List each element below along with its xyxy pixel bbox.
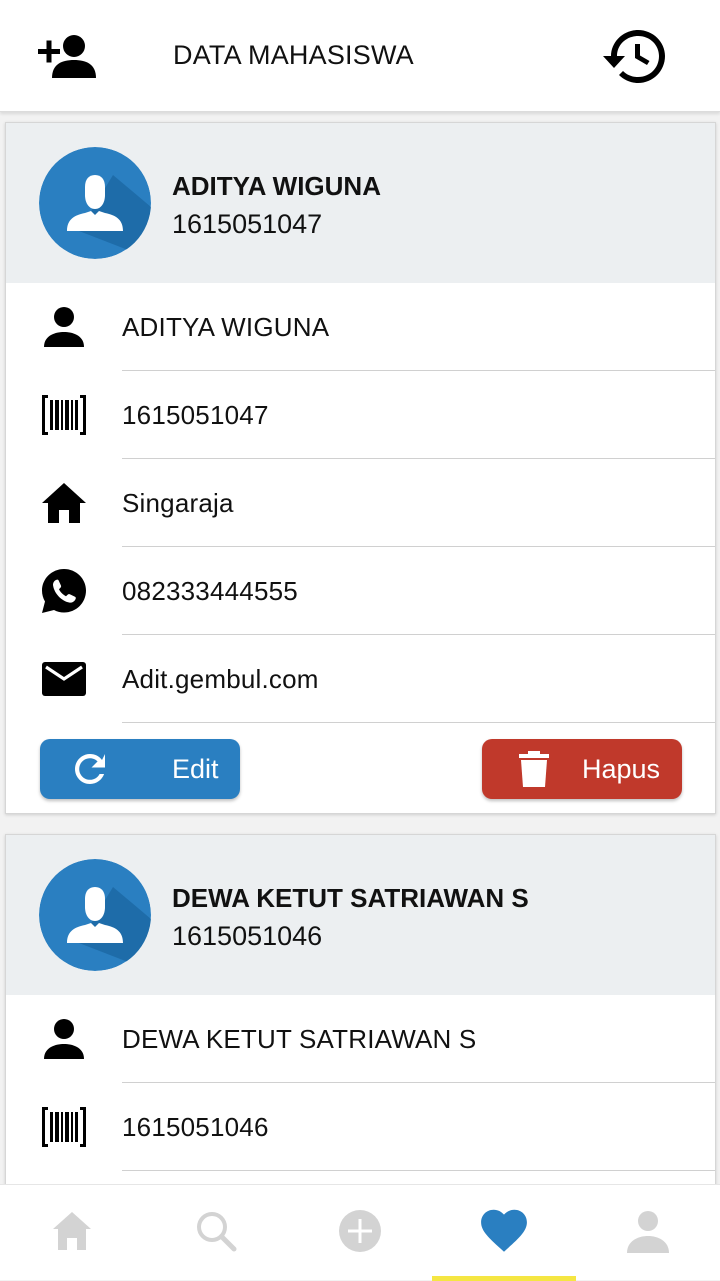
add-user-icon[interactable] [38,32,96,80]
active-tab-indicator [432,1276,576,1281]
field-value: ADITYA WIGUNA [122,312,330,342]
user-avatar-icon [39,859,151,971]
student-nim-header: 1615051047 [172,209,323,239]
field-value: 082333444555 [122,576,298,606]
search-icon [197,1212,237,1252]
history-icon[interactable] [602,26,668,86]
home-icon [53,1212,91,1250]
trash-icon [519,751,549,787]
delete-label: Hapus [582,754,661,784]
user-avatar-icon [39,147,151,259]
student-card: ADITYA WIGUNA 1615051047 ADITYA WIGUNA 1… [5,122,716,814]
whatsapp-icon [42,569,86,613]
field-value: DEWA KETUT SATRIAWAN S [122,1024,477,1054]
app-bar: DATA MAHASISWA [0,0,720,112]
edit-button[interactable]: Edit [40,739,240,799]
divider [122,1170,715,1171]
card-header: ADITYA WIGUNA 1615051047 [6,123,715,283]
field-value: Adit.gembul.com [122,664,319,694]
avatar [39,147,151,259]
avatar [39,859,151,971]
edit-label: Edit [172,754,219,784]
page-title: DATA MAHASISWA [173,40,414,70]
field-row-email: Adit.gembul.com [6,635,715,723]
card-actions: Edit Hapus [6,723,715,813]
field-row-address: Singaraja [6,459,715,547]
nav-home[interactable] [0,1185,144,1281]
profile-icon [627,1211,669,1253]
field-row-phone: 082333444555 [6,547,715,635]
student-list[interactable]: ADITYA WIGUNA 1615051047 ADITYA WIGUNA 1… [0,112,720,1184]
field-row-nim: 1615051046 [6,1083,715,1171]
add-circle-icon [339,1210,381,1252]
delete-button[interactable]: Hapus [482,739,682,799]
nav-favorites[interactable] [432,1185,576,1281]
field-value: Singaraja [122,488,234,518]
barcode-icon [42,395,86,435]
field-row-name: ADITYA WIGUNA [6,283,715,371]
card-header: DEWA KETUT SATRIAWAN S 1615051046 [6,835,715,995]
field-row-nim: 1615051047 [6,371,715,459]
student-card: DEWA KETUT SATRIAWAN S 1615051046 DEWA K… [5,834,716,1184]
barcode-icon [42,1107,86,1147]
field-row-name: DEWA KETUT SATRIAWAN S [6,995,715,1083]
person-icon [44,1019,84,1059]
nav-profile[interactable] [576,1185,720,1281]
person-icon [44,307,84,347]
heart-icon [481,1209,527,1252]
student-nim-header: 1615051046 [172,921,323,951]
student-name-header: ADITYA WIGUNA [172,171,381,201]
nav-add[interactable] [288,1185,432,1281]
student-name-header: DEWA KETUT SATRIAWAN S [172,883,529,913]
refresh-icon [75,754,105,784]
mail-icon [42,662,86,696]
bottom-nav [0,1184,720,1281]
home-icon [42,483,86,523]
field-value: 1615051046 [122,1112,269,1142]
field-value: 1615051047 [122,400,269,430]
nav-search[interactable] [144,1185,288,1281]
